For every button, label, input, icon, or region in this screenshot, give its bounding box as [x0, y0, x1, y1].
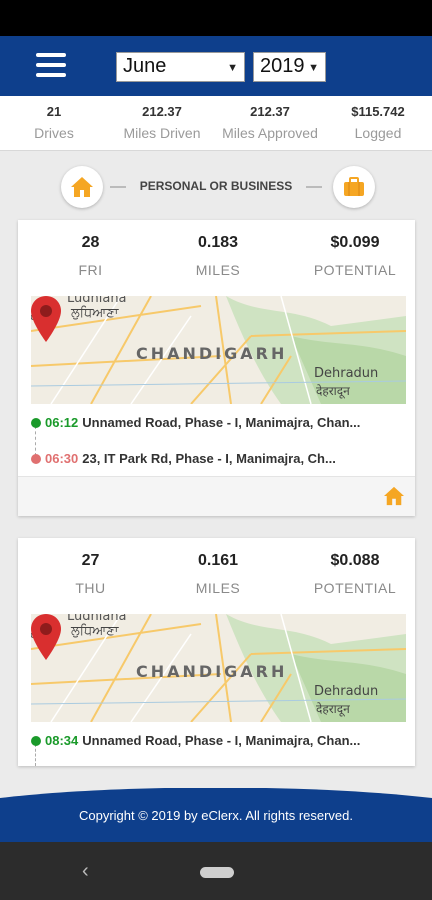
stat-miles-driven: 212.37 Miles Driven: [108, 104, 216, 141]
stat-drives: 21 Drives: [0, 104, 108, 141]
year-select-value: 2019: [260, 55, 305, 77]
drive-miles: 0.183 MILES: [168, 234, 268, 278]
drive-potential: $0.088 POTENTIAL: [300, 552, 410, 596]
drive-miles-label: MILES: [195, 580, 241, 596]
system-nav-bar: ‹: [0, 842, 432, 900]
map-pin-icon: [31, 614, 61, 660]
map-label: CHANDIGARH: [136, 662, 288, 681]
month-select[interactable]: June ▼: [116, 52, 245, 82]
drive-miles-value: 0.183: [197, 234, 239, 251]
stat-label: Drives: [34, 125, 74, 141]
year-select[interactable]: 2019 ▼: [253, 52, 326, 82]
map-label: देहरादून: [316, 702, 350, 716]
classify-bar: PERSONAL OR BUSINESS: [0, 166, 432, 208]
stat-miles-approved: 212.37 Miles Approved: [216, 104, 324, 141]
personal-button[interactable]: [61, 166, 103, 208]
drive-potential-label: POTENTIAL: [313, 262, 397, 278]
drive-potential: $0.099 POTENTIAL: [300, 234, 410, 278]
route-map[interactable]: Ludhiana ਲੁਧਿਆਣਾ oga CHANDIGARH Dehradun…: [31, 296, 406, 404]
end-dot-icon: [31, 454, 41, 464]
drive-day: 27: [81, 552, 100, 569]
classify-label: PERSONAL OR BUSINESS: [139, 179, 293, 193]
stat-label: Miles Driven: [123, 125, 201, 141]
divider-line: [110, 186, 126, 188]
business-button[interactable]: [333, 166, 375, 208]
drive-card-footer: [18, 476, 415, 516]
trip-start: 06:12 Unnamed Road, Phase - I, Manimajra,…: [31, 415, 360, 430]
start-dot-icon: [31, 736, 41, 746]
drive-date: 28 FRI: [38, 234, 143, 278]
start-address: Unnamed Road, Phase - I, Manimajra, Chan…: [82, 415, 361, 430]
back-icon[interactable]: ‹: [82, 860, 89, 883]
footer: Copyright © 2019 by eClerx. All rights r…: [0, 788, 432, 842]
drive-card[interactable]: 28 FRI 0.183 MILES $0.099 POTENTIAL Ludh…: [18, 220, 415, 516]
map-label: ਲੁਧਿਆਣਾ: [71, 306, 119, 321]
month-select-value: June: [123, 55, 167, 77]
map-label: ਲੁਧਿਆਣਾ: [71, 624, 119, 639]
map-pin-icon: [31, 296, 61, 342]
drive-miles-value: 0.161: [197, 552, 239, 569]
drive-potential-value: $0.099: [330, 234, 380, 251]
drive-potential-value: $0.088: [330, 552, 380, 569]
map-label: देहरादून: [316, 384, 350, 398]
divider-line: [306, 186, 322, 188]
drive-weekday: FRI: [78, 262, 103, 278]
status-bar: [0, 0, 432, 36]
drive-potential-label: POTENTIAL: [313, 580, 397, 596]
start-dot-icon: [31, 418, 41, 428]
stat-value: 212.37: [250, 104, 290, 119]
route-map[interactable]: Ludhiana ਲੁਧਿਆਣਾ oga CHANDIGARH Dehradun…: [31, 614, 406, 722]
drive-date: 27 THU: [38, 552, 143, 596]
start-time: 08:34: [45, 733, 79, 748]
start-time: 06:12: [45, 415, 79, 430]
drive-miles: 0.161 MILES: [168, 552, 268, 596]
stat-value: $115.742: [351, 104, 405, 119]
map-label: CHANDIGARH: [136, 344, 288, 363]
drive-miles-label: MILES: [195, 262, 241, 278]
home-icon[interactable]: [383, 486, 405, 506]
stat-label: Miles Approved: [222, 125, 318, 141]
home-gesture-pill[interactable]: [200, 867, 234, 878]
start-address: Unnamed Road, Phase - I, Manimajra, Chan…: [82, 733, 361, 748]
copyright-text: Copyright © 2019 by eClerx. All rights r…: [78, 808, 354, 823]
map-label: Dehradun: [314, 366, 379, 381]
map-label: Dehradun: [314, 684, 379, 699]
drive-weekday: THU: [75, 580, 106, 596]
briefcase-icon: [344, 177, 364, 196]
drive-card[interactable]: 27 THU 0.161 MILES $0.088 POTENTIAL Ludh…: [18, 538, 415, 766]
trip-end: 06:30 23, IT Park Rd, Phase - I, Manimajr…: [31, 451, 336, 466]
dropdown-arrow-icon: ▼: [308, 62, 319, 74]
end-address: 23, IT Park Rd, Phase - I, Manimajra, Ch…: [82, 451, 336, 466]
stat-logged: $115.742 Logged: [324, 104, 432, 141]
dropdown-arrow-icon: ▼: [227, 62, 238, 74]
map-label: Ludhiana: [67, 296, 127, 306]
home-icon: [71, 177, 93, 197]
stat-value: 21: [46, 104, 62, 119]
summary-stats: 21 Drives 212.37 Miles Driven 212.37 Mil…: [0, 96, 432, 151]
menu-icon[interactable]: [36, 53, 66, 79]
stat-label: Logged: [354, 125, 402, 141]
app-header: June ▼ 2019 ▼: [0, 36, 432, 96]
stat-value: 212.37: [142, 104, 182, 119]
drive-day: 28: [81, 234, 100, 251]
map-label: Ludhiana: [67, 614, 127, 624]
trip-start: 08:34 Unnamed Road, Phase - I, Manimajra,…: [31, 733, 360, 748]
end-time: 06:30: [45, 451, 79, 466]
